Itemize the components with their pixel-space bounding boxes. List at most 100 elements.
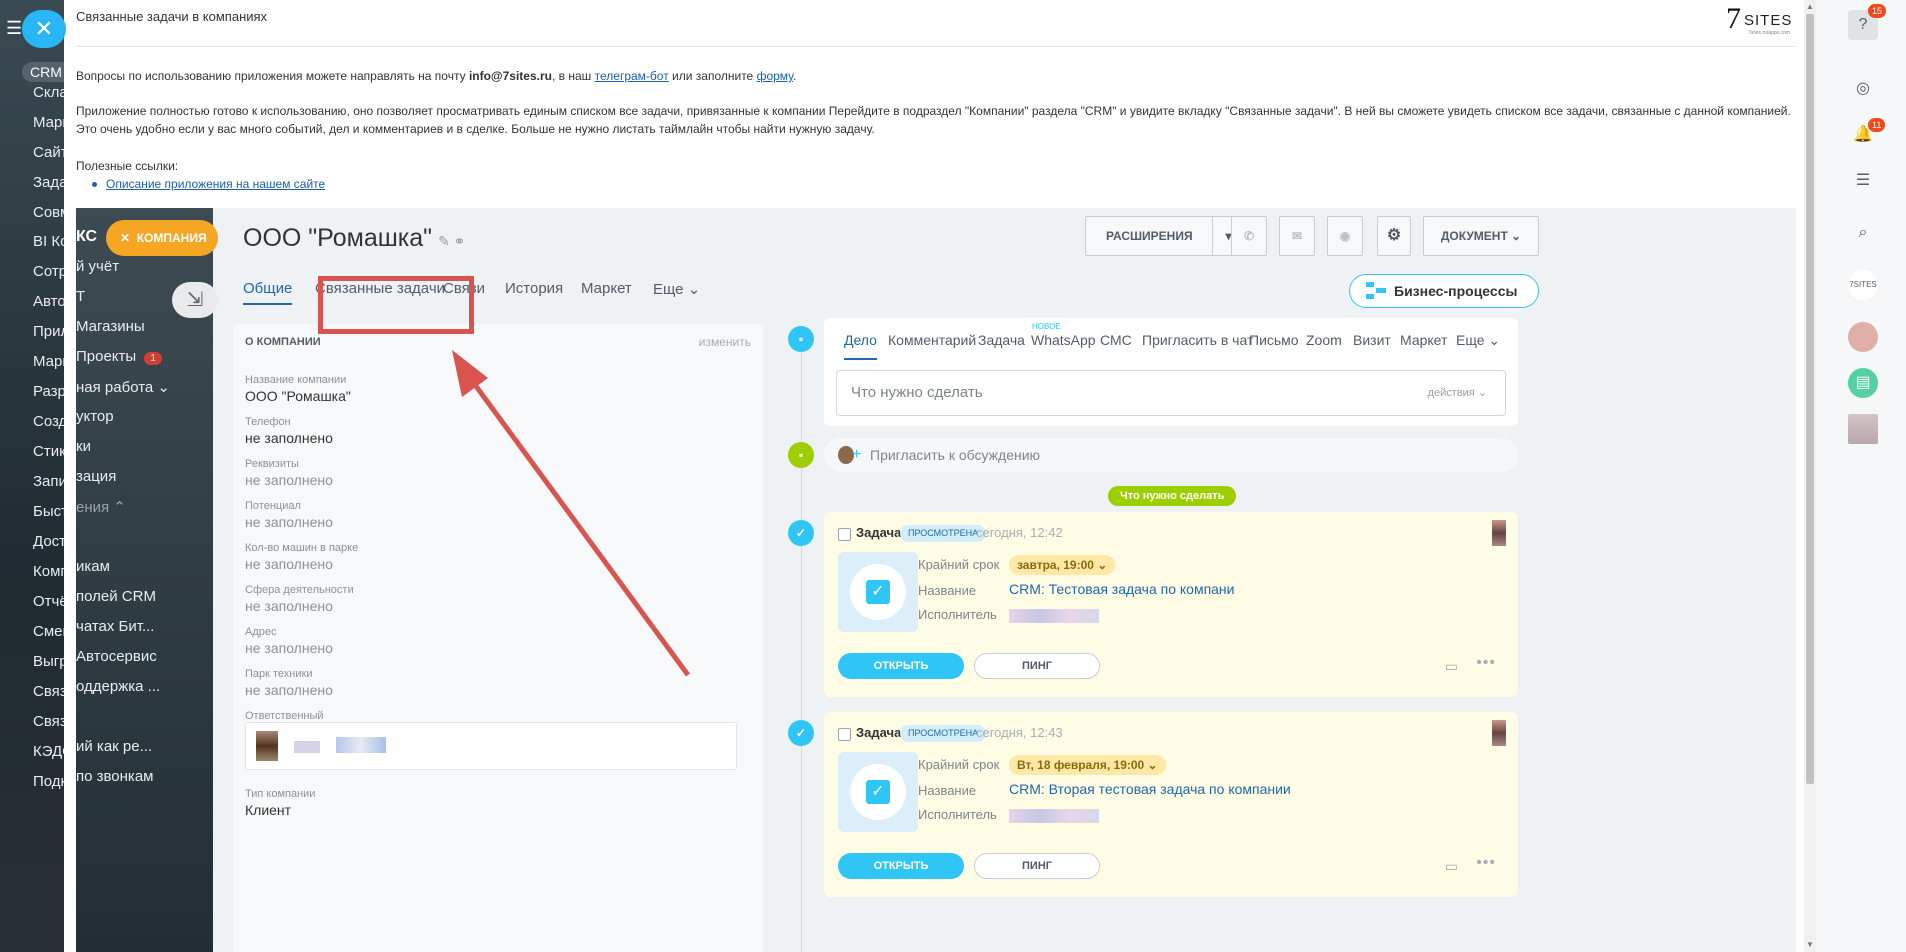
scrollbar-thumb[interactable] [1806,14,1814,784]
inner-sidebar-item: икам [76,558,110,575]
sidebar-item[interactable]: Выгрузка [33,653,64,670]
sidebar-item[interactable]: Доступ [33,533,64,550]
description-paragraph: Приложение полностью готово к использова… [76,104,1791,136]
logo-word: SITES [1744,12,1793,29]
field-label: Кол-во машин в парке [245,542,359,554]
sidebar-item[interactable]: Создатель [33,413,64,430]
task-icon: ✓ [838,552,918,632]
form-link[interactable]: форму [757,69,793,83]
task-time: сегодня, 12:42 [976,525,1063,540]
7sites-logo[interactable]: 7 SITES 7sites.ru/apps.com [1726,2,1798,42]
copilot-icon[interactable]: ◎ [1848,74,1878,104]
text: Вопросы по использованию приложения може… [76,69,469,83]
sidebar-item[interactable]: Сайты [33,144,64,161]
useful-link-item: Описание приложения на нашем сайте [92,175,325,193]
scroll-up-icon[interactable]: ▲ [1806,2,1814,11]
app-icon[interactable]: ▤ [1848,368,1878,398]
tab-zoom: Zoom [1306,332,1342,348]
deadline-value: Вт, 18 февраля, 19:00 ⌄ [1009,755,1166,775]
sidebar-item[interactable]: Разработчикам [33,383,64,400]
scrollbar[interactable]: ▲ ▼ [1804,0,1816,952]
telegram-bot-link[interactable]: телеграм-бот [595,69,669,83]
close-slider-button[interactable]: ✕ [22,10,66,48]
sidebar-item[interactable]: Приложения [33,323,64,340]
sidebar-item[interactable]: Стикеры [33,443,64,460]
avatar [256,731,278,761]
deadline-value: завтра, 19:00 ⌄ [1009,555,1116,575]
sidebar-item[interactable]: Автоматизация [33,293,64,310]
search-icon[interactable]: ⌕ [1848,218,1878,248]
label: ДОКУМЕНТ [1440,229,1508,243]
plus-icon: + [852,446,862,463]
sidebar-item[interactable]: Маркетинг [33,114,64,131]
check-icon: ✓ [866,780,890,804]
tab-whatsapp: WhatsApp [1031,332,1096,348]
field-value: не заполнено [245,430,333,446]
sidebar-item[interactable]: Подключения [33,773,64,790]
contact-paragraph: Вопросы по использованию приложения може… [76,67,796,85]
app-description-link[interactable]: Описание приложения на нашем сайте [106,177,325,191]
highlight-box [318,276,474,334]
task-icon: ✓ [838,752,918,832]
inner-sidebar-item: й учёт [76,258,120,275]
chat-icon[interactable]: ☰ [1848,166,1878,196]
collapse-icon: ⇲ [172,282,218,318]
sidebar-item[interactable]: Сотрудники [33,263,64,280]
field-label: Реквизиты [245,458,299,470]
field-value: не заполнено [245,514,333,530]
field-value: Клиент [245,802,292,818]
label: Еще [1456,332,1485,348]
avatar [1492,520,1506,546]
sidebar-item[interactable]: Быстрые [33,503,64,520]
logo-sub: 7sites.ru/apps.com [1748,30,1790,36]
blurred-executor [1009,609,1099,623]
task-title: Задача [856,725,902,740]
executor-label: Исполнитель [918,807,997,822]
sidebar-item[interactable]: Связь [33,683,64,700]
avatar[interactable] [1848,322,1878,352]
sidebar-item[interactable]: Запись [33,473,64,490]
field-value: не заполнено [245,556,333,572]
sidebar-item[interactable]: Смена [33,623,64,640]
label: завтра, 19:00 [1017,558,1094,572]
sidebar-item[interactable]: BI Конструктор [33,233,64,250]
sidebar-item[interactable]: Склад [33,84,64,101]
sidebar-item[interactable]: Маркет [33,353,64,370]
avatar[interactable] [1848,414,1878,444]
sidebar-item[interactable]: Компании [33,563,64,580]
activity-editor: Дело Комментарий Задача НОВОЕ WhatsApp С… [824,318,1518,426]
scroll-down-icon[interactable]: ▼ [1806,940,1814,949]
comment-icon: ▪ [788,442,814,468]
sidebar-item[interactable]: Связь BI [33,713,64,730]
sidebar-item[interactable]: КЭДО [33,743,64,760]
edit-link: изменить [698,335,751,349]
inner-sidebar-item: оддержка ... [76,678,161,695]
sidebar-item[interactable]: Отчёты [33,593,64,610]
business-processes-button: Бизнес-процессы [1349,274,1539,308]
timeline-separator: Что нужно сделать [1108,486,1237,506]
field-value: не заполнено [245,682,333,698]
task-card: Задача ПРОСМОТРЕНА сегодня, 12:42 ✓ Край… [824,512,1518,697]
tab-invite-chat: Пригласить в чат [1142,332,1254,348]
chat-icon: ◉ [1327,216,1363,256]
task-title: Задача [856,525,902,540]
inner-sidebar-item: ения ⌃ [76,499,126,516]
7sites-app-icon[interactable]: 7SITES [1848,270,1878,300]
responsible-user [245,722,737,770]
label: Пригласить к обсуждению [870,447,1041,463]
useful-links-label: Полезные ссылки: [76,159,179,173]
mail-icon: ✉ [1279,216,1315,256]
sidebar-item[interactable]: Задачи [33,174,64,191]
tab-visit: Визит [1353,332,1391,348]
text: , в наш [552,69,595,83]
label: РАСШИРЕНИЯ [1106,229,1193,243]
tab-market: Маркет [581,280,632,297]
inner-sidebar-item: Магазины [76,318,145,335]
menu-icon[interactable]: ☰ [6,18,22,39]
field-label: Потенциал [245,500,301,512]
inner-sidebar-item: ки [76,438,91,455]
text: или заполните [668,69,757,83]
deadline-label: Крайний срок [918,757,1000,772]
sidebar-item[interactable]: Совместная работа [33,204,64,221]
tab-more: Еще ⌄ [1456,332,1501,348]
